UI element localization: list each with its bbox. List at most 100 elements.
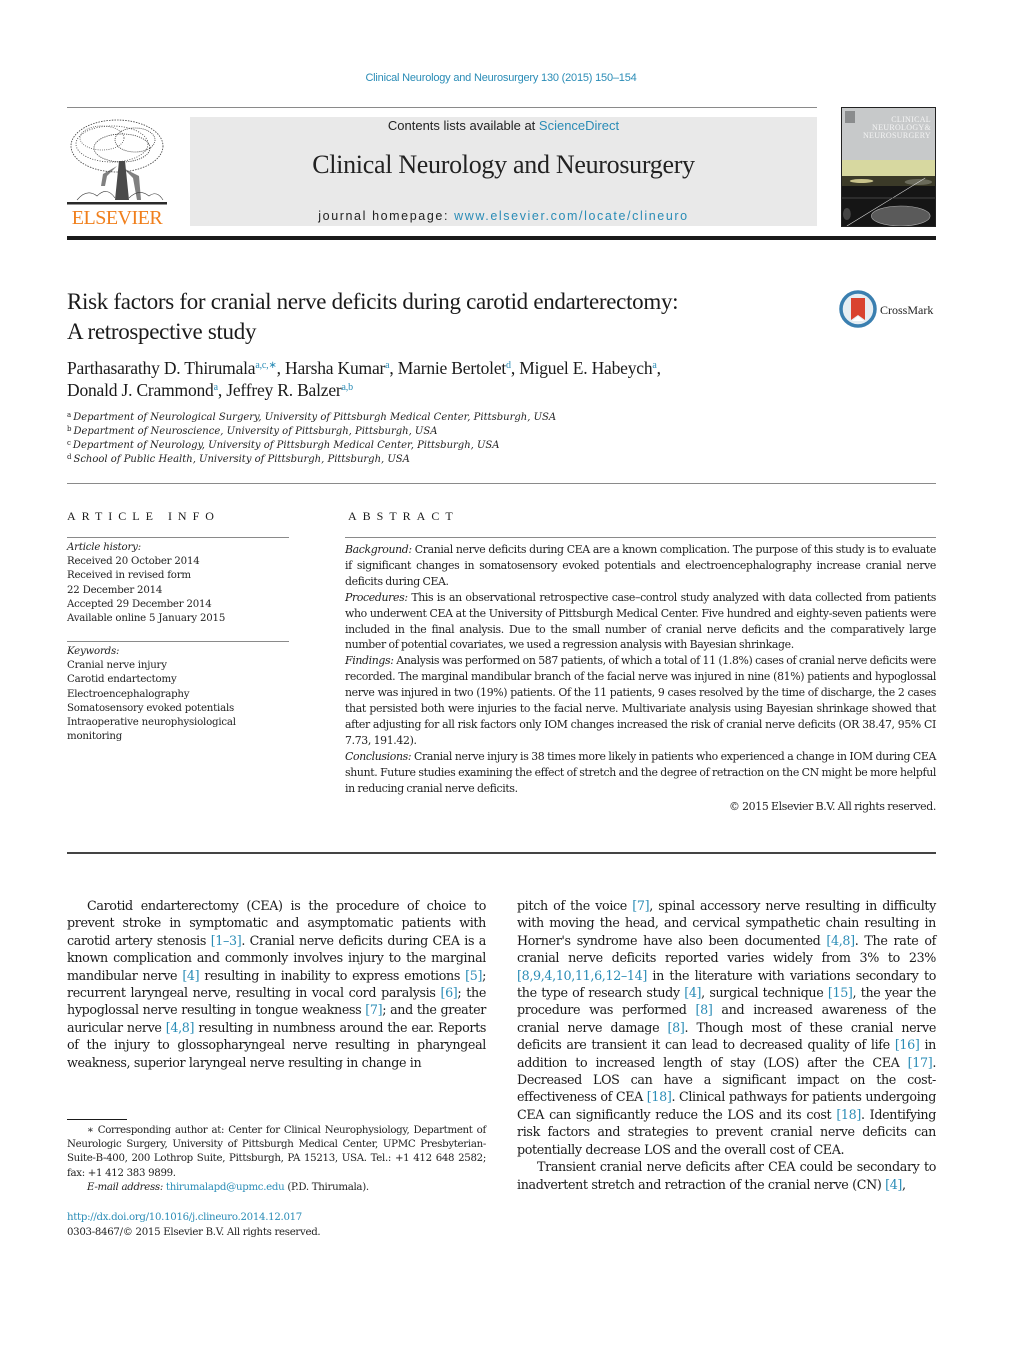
- elsevier-wordmark: ELSEVIER: [71, 207, 163, 229]
- citation-link[interactable]: [8,9,4,10,11,6,12–14]: [517, 968, 647, 983]
- author-name[interactable]: Harsha Kumar: [285, 358, 385, 378]
- issn-copyright: 0303-8467/© 2015 Elsevier B.V. All right…: [67, 1226, 321, 1238]
- abstract-section-text: Cranial nerve injury is 38 times more li…: [345, 749, 936, 795]
- citation-link[interactable]: [15]: [828, 985, 853, 1000]
- email-label: E-mail address:: [87, 1181, 163, 1193]
- article-history-label: Article history:: [67, 542, 141, 553]
- elsevier-logo[interactable]: ELSEVIER: [67, 116, 167, 229]
- contents-line: Contents lists available at ScienceDirec…: [190, 118, 817, 133]
- affiliation-text: School of Public Health, University of P…: [73, 454, 410, 465]
- article-title: Risk factors for cranial nerve deficits …: [67, 287, 817, 347]
- homepage-prefix: journal homepage:: [318, 209, 455, 223]
- keyword-item: Electroencephalography: [67, 688, 190, 700]
- abstract-section-label: Background:: [345, 543, 412, 556]
- abstract-findings: Findings: Analysis was performed on 587 …: [345, 653, 936, 748]
- keyword-item: Intraoperative neurophysiological: [67, 717, 236, 729]
- affiliation-item: a Department of Neurological Surgery, Uni…: [67, 411, 667, 425]
- citation-link[interactable]: [8]: [668, 1020, 685, 1035]
- citation-link[interactable]: [18]: [647, 1089, 672, 1104]
- citation-link[interactable]: [17]: [908, 1055, 933, 1070]
- email-note: E-mail address: thirumalapd@upmc.edu (P.…: [67, 1181, 486, 1195]
- history-item: Received in revised form: [67, 570, 191, 582]
- citation-link[interactable]: [7]: [365, 1002, 382, 1017]
- affiliation-text: Department of Neurology, University of P…: [72, 440, 500, 451]
- footnote-divider: [67, 1119, 127, 1120]
- author-name[interactable]: Donald J. Crammond: [67, 380, 214, 400]
- citation-link[interactable]: [16]: [895, 1037, 920, 1052]
- abstract-divider: [345, 537, 936, 538]
- abstract-section-text: Analysis was performed on 587 patients, …: [345, 654, 936, 747]
- contents-prefix: Contents lists available at: [387, 118, 539, 133]
- citation-link[interactable]: [4]: [684, 985, 701, 1000]
- abstract-section-label: Findings:: [345, 654, 394, 668]
- author-separator: ,: [389, 358, 398, 378]
- citation-link[interactable]: [4,8]: [826, 933, 855, 948]
- keywords: Keywords: Cranial nerve injury Carotid e…: [67, 645, 297, 744]
- history-item: 22 December 2014: [67, 584, 163, 596]
- keyword-item: Cranial nerve injury: [67, 660, 167, 672]
- journal-banner: Contents lists available at ScienceDirec…: [190, 117, 817, 226]
- keywords-label: Keywords:: [67, 646, 120, 657]
- affiliation-list: a Department of Neurological Surgery, Uni…: [67, 411, 667, 467]
- cover-title-line: NEUROSURGERY: [862, 131, 931, 140]
- email-suffix: (P.D. Thirumala).: [284, 1181, 369, 1193]
- abstract-conclusions: Conclusions: Cranial nerve injury is 38 …: [345, 749, 936, 797]
- history-item: Received 20 October 2014: [67, 556, 200, 568]
- citation-link[interactable]: [1–3]: [211, 933, 242, 948]
- abstract-section-text: This is an observational retrospective c…: [345, 590, 936, 652]
- elsevier-tree-icon: [67, 119, 167, 205]
- top-divider: [67, 107, 817, 108]
- citation-link[interactable]: [7]: [632, 898, 649, 913]
- footnotes: ∗ Corresponding author at: Center for Cl…: [67, 1124, 486, 1195]
- cover-title: CLINICAL NEUROLOGY& NEUROSURGERY: [863, 116, 931, 140]
- keyword-item: monitoring: [67, 731, 123, 743]
- author-affiliation-marker[interactable]: a,c,∗: [255, 360, 276, 371]
- affiliation-key: c: [67, 439, 71, 447]
- doi-link[interactable]: http://dx.doi.org/10.1016/j.clineuro.201…: [67, 1211, 486, 1226]
- doi-block: http://dx.doi.org/10.1016/j.clineuro.201…: [67, 1211, 486, 1240]
- author-separator: ,: [276, 358, 286, 378]
- citation-link[interactable]: [4,8]: [166, 1020, 195, 1035]
- crossmark-label: CrossMark: [880, 303, 934, 317]
- abstract-section-label: Procedures:: [345, 590, 408, 604]
- affiliation-key: b: [67, 425, 72, 433]
- citation-link[interactable]: [8]: [696, 1002, 713, 1017]
- email-link[interactable]: thirumalapd@upmc.edu: [166, 1182, 285, 1193]
- author-name[interactable]: Parthasarathy D. Thirumala: [67, 358, 256, 378]
- crossmark-button[interactable]: CrossMark: [839, 290, 939, 330]
- article-info-heading: ARTICLE INFO: [67, 509, 220, 523]
- author-separator: ,: [510, 358, 520, 378]
- abstract-procedures: Procedures: This is an observational ret…: [345, 590, 936, 654]
- sciencedirect-link[interactable]: ScienceDirect: [539, 118, 619, 133]
- cover-color-band: [842, 160, 935, 176]
- article-title-line-1: Risk factors for cranial nerve deficits …: [67, 289, 679, 314]
- citation-link[interactable]: [6]: [440, 985, 457, 1000]
- keyword-item: Somatosensory evoked potentials: [67, 702, 235, 714]
- citation-link[interactable]: [18]: [836, 1107, 861, 1122]
- affiliation-key: a: [67, 411, 72, 419]
- author-affiliation-marker[interactable]: a,b: [342, 382, 354, 393]
- abstract-copyright: © 2015 Elsevier B.V. All rights reserved…: [728, 799, 936, 813]
- author-separator: ,: [656, 358, 661, 378]
- author-name[interactable]: Miguel E. Habeych: [519, 358, 652, 378]
- citation-link[interactable]: [4]: [885, 1177, 902, 1192]
- author-separator: ,: [217, 380, 227, 400]
- citation-link[interactable]: [4]: [182, 968, 199, 983]
- author-name[interactable]: Marnie Bertolet: [398, 358, 506, 378]
- abstract-body: Background: Cranial nerve deficits durin…: [345, 542, 936, 814]
- abstract-section-label: Conclusions:: [345, 749, 412, 763]
- body-paragraph: Transient cranial nerve deficits after C…: [517, 1159, 936, 1192]
- author-name[interactable]: Jeffrey R. Balzer: [226, 380, 342, 400]
- journal-cover-image[interactable]: CLINICAL NEUROLOGY& NEUROSURGERY: [841, 107, 936, 227]
- journal-homepage-line: journal homepage: www.elsevier.com/locat…: [190, 209, 817, 223]
- header-thick-divider: [67, 236, 936, 240]
- history-item: Available online 5 January 2015: [67, 613, 226, 625]
- keyword-item: Carotid endartectomy: [67, 674, 177, 686]
- citation-link[interactable]: [5]: [465, 968, 482, 983]
- journal-homepage-link[interactable]: www.elsevier.com/locate/clineuro: [454, 209, 689, 223]
- affiliation-text: Department of Neuroscience, University o…: [73, 426, 438, 437]
- affiliation-key: d: [67, 453, 72, 461]
- running-header[interactable]: Clinical Neurology and Neurosurgery 130 …: [0, 72, 1002, 84]
- affiliation-item: c Department of Neurology, University of …: [67, 439, 667, 453]
- body-column-left: Carotid endarterectomy (CEA) is the proc…: [67, 897, 486, 1071]
